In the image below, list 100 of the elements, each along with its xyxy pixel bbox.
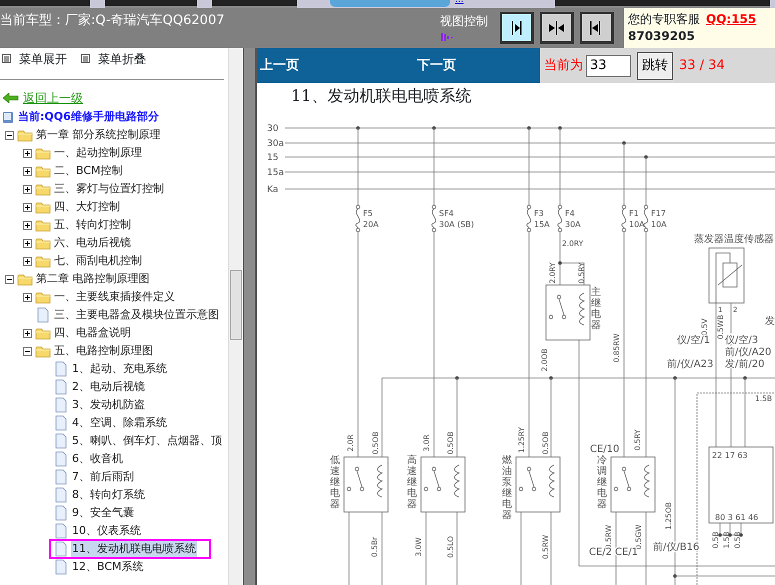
document-icon — [53, 451, 69, 467]
bus-label: 30 — [267, 124, 278, 134]
folder-icon — [17, 128, 33, 142]
fuse-symbol — [621, 204, 626, 232]
document-icon — [53, 361, 69, 377]
folder-icon — [35, 218, 51, 232]
menu-action-link[interactable]: 菜单展开 — [19, 50, 67, 68]
tree-item[interactable]: 12、BCM系统 — [71, 558, 145, 576]
relay-symbol — [420, 456, 466, 512]
document-icon — [53, 487, 69, 503]
collapse-icon[interactable] — [4, 274, 14, 284]
tree-item[interactable]: 一、起动控制原理 — [53, 144, 143, 162]
folder-icon — [35, 200, 51, 214]
tree-item[interactable]: 六、电动后视镜 — [53, 234, 132, 252]
relay-label: 冷调继电器 — [597, 455, 607, 510]
folder-icon — [35, 236, 51, 250]
tree-item[interactable]: 10、仪表系统 — [71, 522, 142, 540]
back-link[interactable]: 返回上一级 — [23, 88, 83, 106]
pin-numbers: 80 3 61 46 — [715, 513, 758, 522]
jump-button[interactable]: 跳转 — [637, 52, 673, 80]
page-input[interactable]: 33 — [586, 54, 631, 76]
scrollbar[interactable] — [228, 48, 243, 585]
document-title: 11、发动机联电电喷系统 — [290, 85, 472, 107]
fuse-rating: 30A — [565, 220, 581, 229]
tree-item[interactable]: 2、电动后视镜 — [71, 378, 146, 396]
fuse-name: SF4 — [439, 209, 454, 218]
expand-icon[interactable] — [22, 166, 32, 176]
bus-label: 15a — [267, 168, 284, 178]
tree-item[interactable]: 四、电器盒说明 — [53, 324, 132, 342]
next-page-link[interactable]: 下一页 — [417, 56, 456, 76]
sensor-label: 蒸发器温度传感器 — [694, 234, 774, 245]
expand-icon[interactable] — [22, 328, 32, 338]
tree-item[interactable]: 五、转向灯控制 — [53, 216, 132, 234]
tree-item[interactable]: 11、发动机联电电喷系统 — [71, 540, 197, 558]
fuse-name: F17 — [651, 209, 666, 218]
tree-root-label: 当前:QQ6维修手册电路部分 — [17, 108, 160, 125]
relay-symbol — [546, 284, 590, 340]
fuse-symbol — [643, 204, 648, 232]
service-phone: 87039205 — [628, 28, 696, 45]
tree-item[interactable]: 1、起动、充电系统 — [71, 360, 168, 378]
expand-icon[interactable] — [22, 202, 32, 212]
fuse-rating: 20A — [363, 220, 379, 229]
view-button[interactable] — [580, 12, 614, 44]
menu-action-link[interactable]: 菜单折叠 — [98, 50, 146, 68]
tree-item[interactable]: 9、安全气囊 — [71, 504, 135, 522]
folder-icon — [35, 344, 51, 358]
pin-numbers: 22 17 63 — [712, 451, 748, 460]
expand-icon[interactable] — [22, 148, 32, 158]
toolbar-button[interactable] — [0, 0, 90, 8]
bus-label: 15 — [267, 153, 278, 163]
folder-icon — [35, 164, 51, 178]
tree-item[interactable]: 四、大灯控制 — [53, 198, 121, 216]
fuse-rating: 10A — [651, 220, 667, 229]
toolbar-button[interactable] — [212, 0, 297, 8]
collapse-icon[interactable] — [4, 130, 14, 140]
relay-label: 低速继电器 — [330, 455, 340, 510]
toolbar-button[interactable] — [105, 0, 197, 8]
prev-page-link[interactable]: 上一页 — [260, 56, 299, 76]
qq-link[interactable]: QQ:155 — [706, 12, 756, 26]
folder-icon — [35, 326, 51, 340]
tree-item[interactable]: 4、空调、除霜系统 — [71, 414, 168, 432]
tree-item[interactable]: 二、BCM控制 — [53, 162, 124, 180]
document-icon — [35, 307, 51, 323]
tree-item[interactable]: 五、电路控制原理图 — [53, 342, 154, 360]
scrollbar-thumb[interactable] — [230, 270, 242, 340]
tree-item[interactable]: 三、主要电器盒及模块位置示意图 — [53, 306, 220, 324]
fuse-name: F4 — [565, 209, 575, 218]
folder-icon — [35, 254, 51, 268]
tree-item[interactable]: 第二章 电路控制原理图 — [35, 270, 150, 288]
tree-item[interactable]: 七、雨刮电机控制 — [53, 252, 143, 270]
tree-item[interactable]: 一、主要线束插接件定义 — [53, 288, 176, 306]
bus-label: 30a — [267, 139, 284, 149]
expand-icon[interactable] — [22, 238, 32, 248]
toolbar-button[interactable] — [555, 0, 770, 8]
tree-item[interactable]: 3、发动机防盗 — [71, 396, 146, 414]
connector-label: 前/仪/A23 — [667, 359, 714, 370]
bus-label: Ka — [267, 185, 278, 195]
connector-label: 仪/空/1 — [677, 335, 710, 346]
folder-icon — [35, 146, 51, 160]
collapse-icon[interactable] — [22, 346, 32, 356]
tree-item[interactable]: 7、前后雨刮 — [71, 468, 135, 486]
service-label: 您的专职客服 — [628, 12, 700, 26]
document-icon — [53, 433, 69, 449]
expand-icon[interactable] — [22, 256, 32, 266]
view-control-icon — [440, 32, 454, 42]
fuse-name: F1 — [629, 209, 639, 218]
expand-icon[interactable] — [22, 292, 32, 302]
tree-item[interactable]: 8、转向灯系统 — [71, 486, 146, 504]
tree-item[interactable]: 三、雾灯与位置灯控制 — [53, 180, 165, 198]
tree-item[interactable]: 第一章 部分系统控制原理 — [35, 126, 162, 144]
tree-item[interactable]: 5、喇叭、倒车灯、点烟器、顶 — [71, 432, 223, 450]
view-button[interactable] — [540, 12, 574, 44]
connector-label: CE/2 — [589, 547, 612, 558]
document-icon — [53, 541, 69, 557]
expand-icon[interactable] — [22, 220, 32, 230]
tree-item[interactable]: 6、收音机 — [71, 450, 124, 468]
relay-label: 主继电器 — [591, 287, 601, 331]
view-button[interactable] — [500, 12, 534, 44]
toolbar-link[interactable]: ... — [455, 0, 464, 8]
expand-icon[interactable] — [22, 184, 32, 194]
